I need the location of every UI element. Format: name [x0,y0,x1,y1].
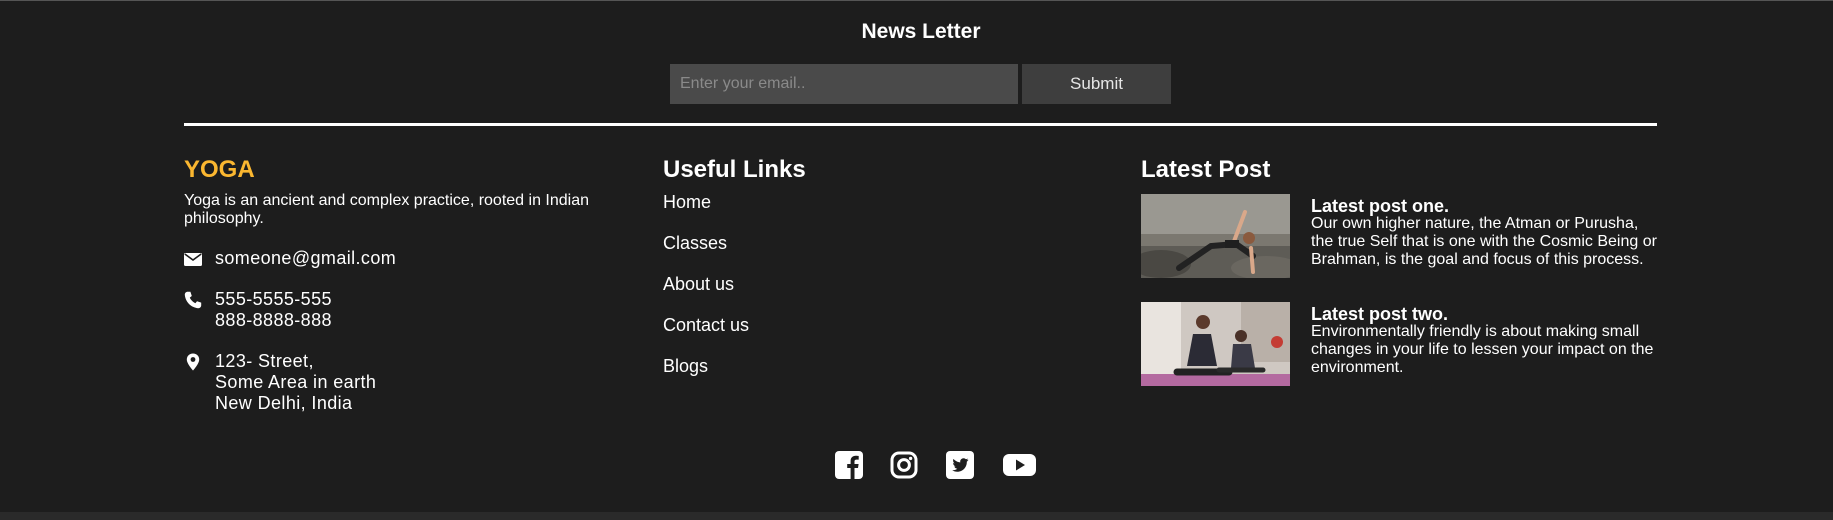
post-thumbnail-yoga-pose[interactable] [1141,194,1290,278]
frame-border [0,0,1833,1]
youtube-icon [1003,454,1036,476]
bottom-strip [0,512,1833,520]
newsletter-submit-button[interactable]: Submit [1022,64,1171,104]
useful-links-title: Useful Links [663,156,806,183]
post-title[interactable]: Latest post one. [1311,197,1661,215]
address-line-3: New Delhi, India [215,393,353,413]
post-title[interactable]: Latest post two. [1311,305,1661,323]
envelope-icon [184,253,202,266]
phone-number-2[interactable]: 888-8888-888 [215,310,332,331]
newsletter-title: News Letter [861,20,981,43]
latest-post-column: Latest Post Latest post one. Our own hig… [1141,158,1661,386]
phone-number-1[interactable]: 555-5555-555 [215,289,332,310]
useful-links-column: Useful Links Home Classes About us Conta… [663,158,1063,397]
newsletter-email-input[interactable] [670,64,1018,104]
twitter-icon [946,451,974,479]
brand-column: YOGA Yoga is an ancient and complex prac… [184,158,624,414]
contact-email: someone@gmail.com [184,248,624,269]
address-lines: 123- Street, Some Area in earth New Delh… [215,351,376,414]
link-classes[interactable]: Classes [663,233,1063,254]
latest-post-item[interactable]: Latest post one. Our own higher nature, … [1141,194,1661,278]
link-contact-us[interactable]: Contact us [663,315,1063,336]
link-home[interactable]: Home [663,192,1063,213]
link-blogs[interactable]: Blogs [663,356,1063,377]
instagram-icon [890,451,918,479]
facebook-link[interactable] [835,451,863,479]
useful-links-nav: Home Classes About us Contact us Blogs [663,192,1063,377]
contact-email-text[interactable]: someone@gmail.com [215,248,396,269]
contact-address: 123- Street, Some Area in earth New Delh… [184,351,624,414]
map-pin-icon [186,353,200,371]
post-body: Latest post one. Our own higher nature, … [1311,194,1661,278]
instagram-link[interactable] [890,451,918,479]
latest-post-title: Latest Post [1141,156,1271,183]
address-line-1: 123- Street, [215,351,314,371]
address-line-2: Some Area in earth [215,372,377,392]
post-excerpt: Our own higher nature, the Atman or Puru… [1311,215,1657,268]
twitter-link[interactable] [946,451,974,479]
facebook-icon [835,451,863,479]
brand-name: YOGA [184,156,255,183]
link-about-us[interactable]: About us [663,274,1063,295]
contact-phone: 555-5555-555 888-8888-888 [184,289,624,331]
latest-post-item[interactable]: Latest post two. Environmentally friendl… [1141,302,1661,386]
footer-divider [184,123,1657,126]
post-body: Latest post two. Environmentally friendl… [1311,302,1661,386]
post-excerpt: Environmentally friendly is about making… [1311,323,1654,376]
phone-numbers: 555-5555-555 888-8888-888 [215,289,332,331]
youtube-link[interactable] [1003,451,1036,479]
post-thumbnail-yoga-class[interactable] [1141,302,1290,386]
phone-icon [184,291,202,309]
brand-description: Yoga is an ancient and complex practice,… [184,192,590,227]
